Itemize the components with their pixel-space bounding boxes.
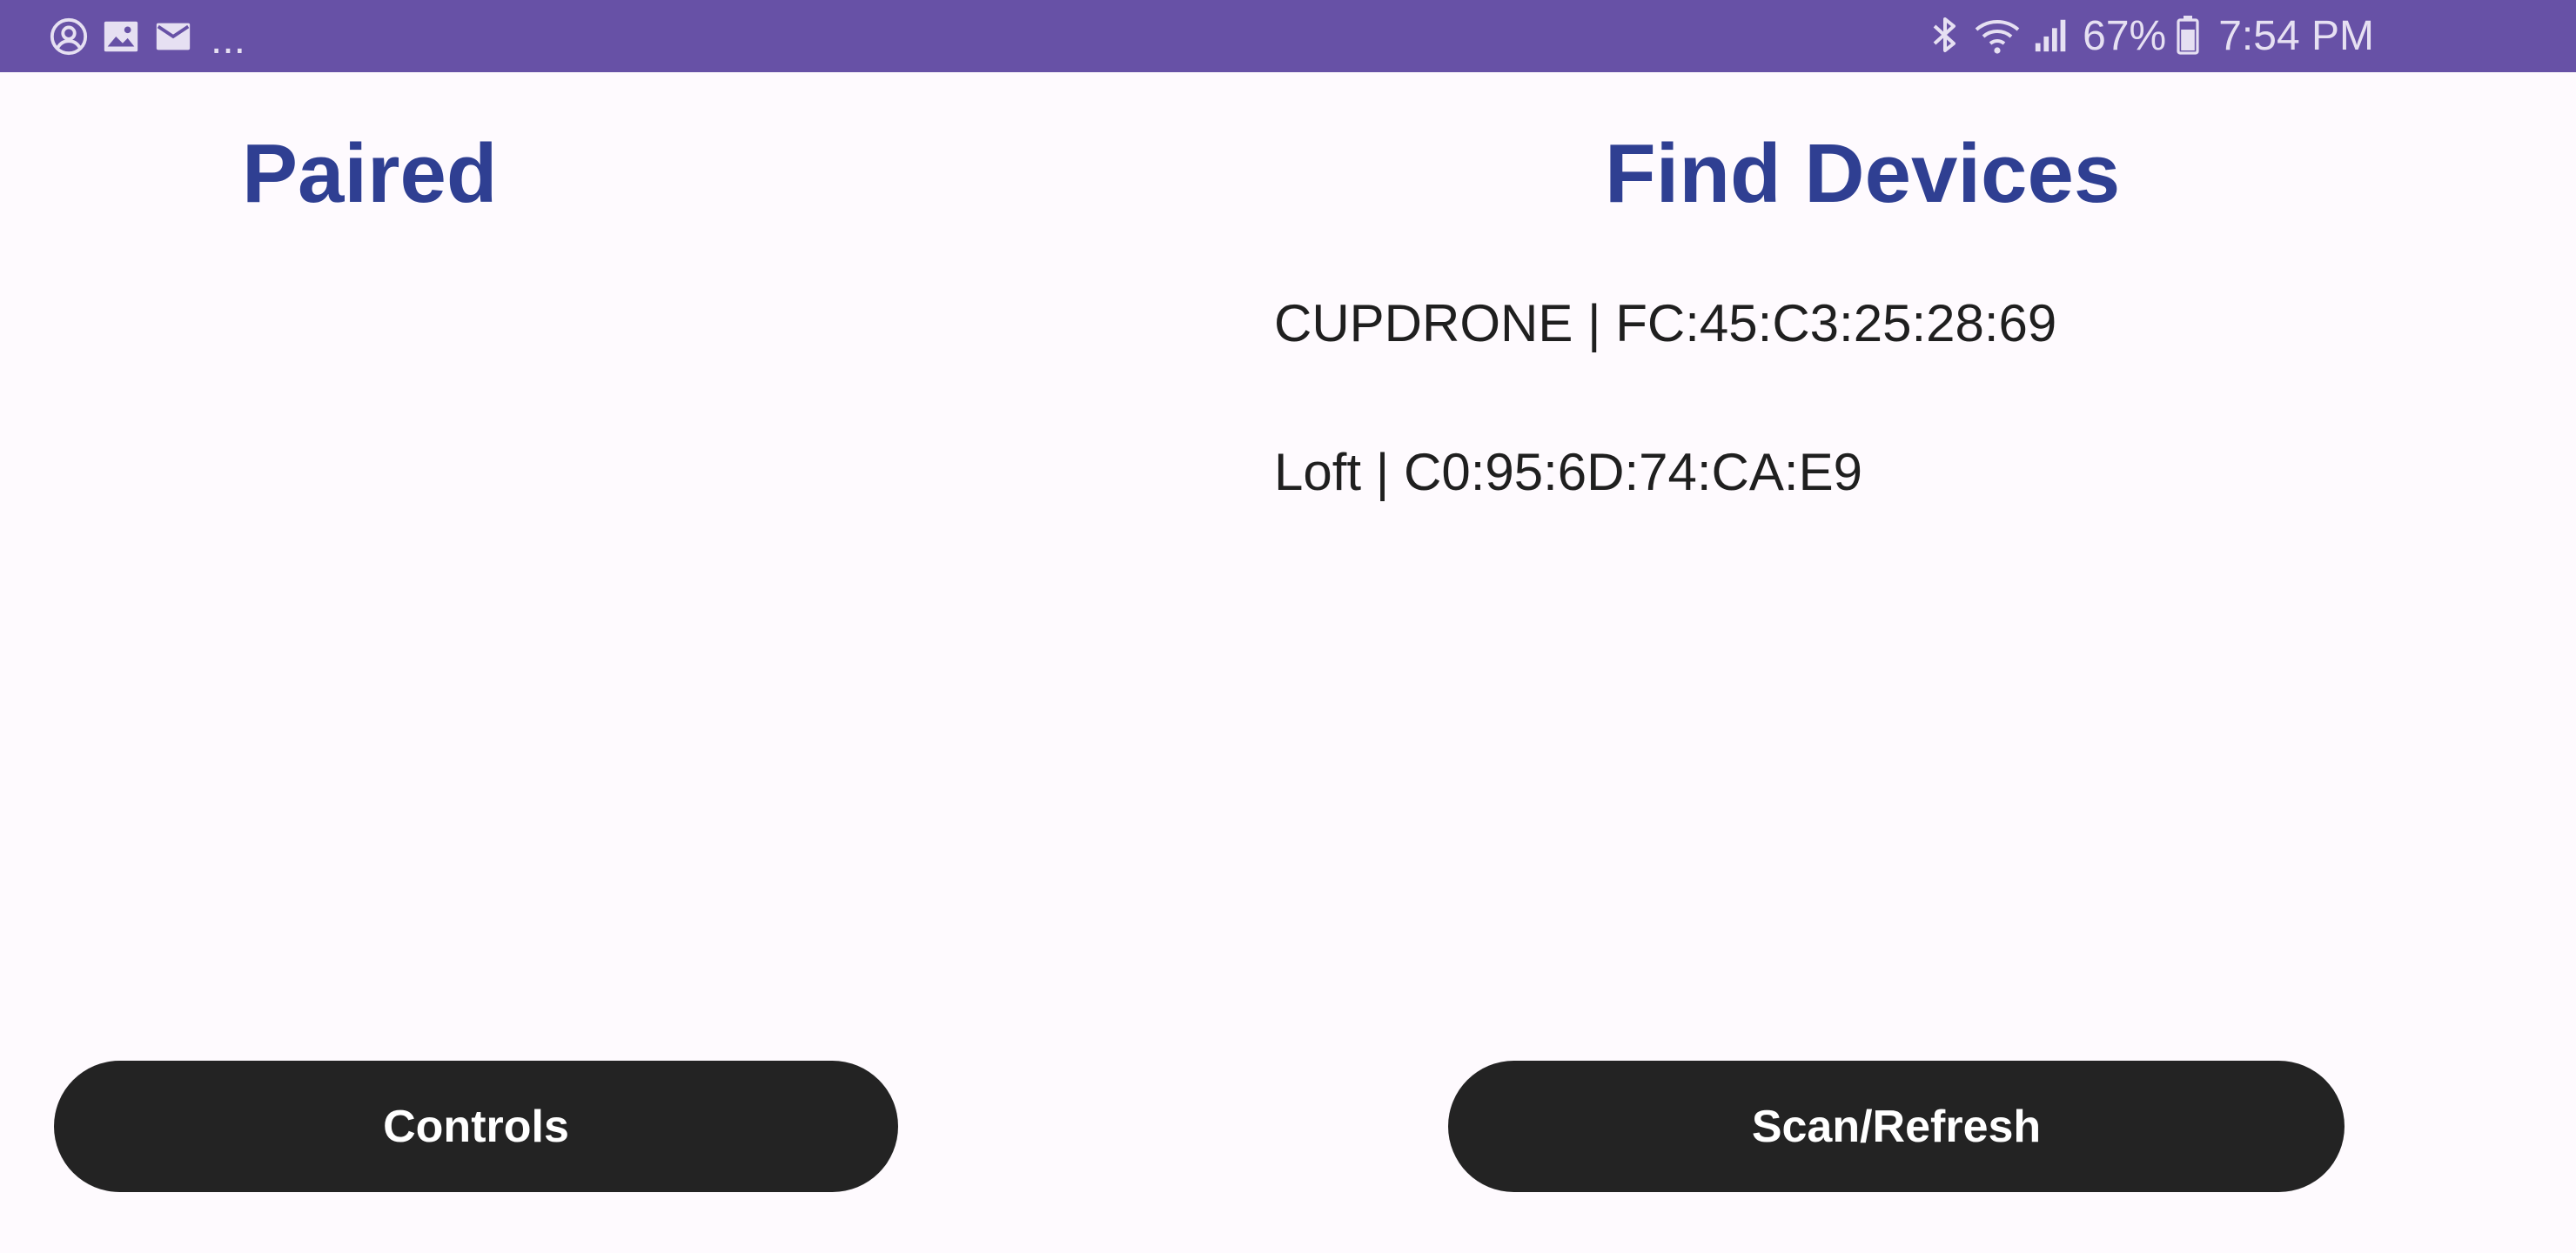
account-circle-icon xyxy=(49,17,89,57)
found-devices-list: CUPDRONE | FC:45:C3:25:28:69 Loft | C0:9… xyxy=(1274,277,2056,574)
mail-icon xyxy=(153,17,193,57)
battery-icon xyxy=(2177,14,2199,59)
battery-percentage: 67% xyxy=(2083,12,2167,59)
device-item-loft[interactable]: Loft | C0:95:6D:74:CA:E9 xyxy=(1274,425,2056,574)
find-devices-title: Find Devices xyxy=(1605,127,2121,220)
system-indicators: 67% 7:54 PM xyxy=(1928,0,2374,72)
status-bar: ... 67% 7:54 PM xyxy=(0,0,2576,72)
device-item-cupdrone[interactable]: CUPDRONE | FC:45:C3:25:28:69 xyxy=(1274,277,2056,425)
image-icon xyxy=(101,17,141,57)
wifi-icon xyxy=(1973,14,2022,59)
controls-button[interactable]: Controls xyxy=(54,1061,898,1192)
cellular-signal-icon xyxy=(2032,15,2072,58)
more-notifications-indicator: ... xyxy=(211,16,246,63)
paired-title: Paired xyxy=(242,127,498,220)
bluetooth-icon xyxy=(1928,14,1962,59)
clock: 7:54 PM xyxy=(2218,12,2374,59)
notification-icons: ... xyxy=(49,0,245,72)
scan-refresh-button[interactable]: Scan/Refresh xyxy=(1448,1061,2345,1192)
